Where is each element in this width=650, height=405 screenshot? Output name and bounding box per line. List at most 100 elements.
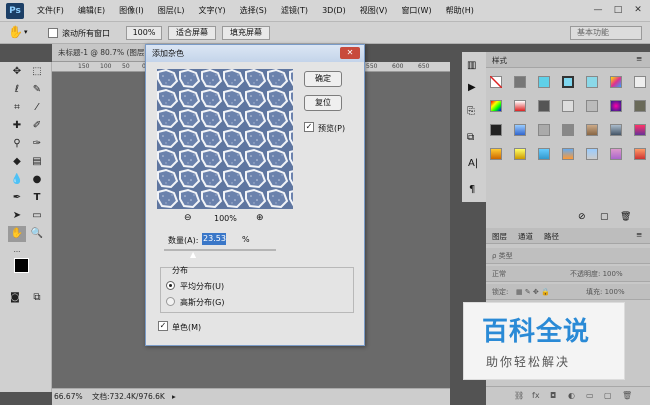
style-swatch[interactable] xyxy=(610,100,622,112)
add-mask-icon[interactable]: ◘ xyxy=(550,391,556,400)
clear-style-icon[interactable]: ⊘ xyxy=(578,212,586,222)
maximize-button[interactable]: □ xyxy=(610,3,626,17)
character-icon[interactable]: A| xyxy=(468,158,478,169)
chevron-down-icon[interactable]: ▾ xyxy=(24,28,28,36)
document-tab[interactable]: 未标题-1 @ 80.7% (图层 xyxy=(52,44,145,62)
menu-edit[interactable]: 编辑(E) xyxy=(71,0,112,22)
fx-icon[interactable]: fx xyxy=(532,391,540,400)
fill-screen-button[interactable]: 填充屏幕 xyxy=(222,26,270,40)
style-swatch[interactable] xyxy=(538,148,550,160)
path-select-tool-icon[interactable]: ➤ xyxy=(8,208,26,224)
menu-select[interactable]: 选择(S) xyxy=(233,0,274,22)
zoom-tool-icon[interactable]: 🔍 xyxy=(28,226,46,242)
hand-tool-icon[interactable]: ✋ xyxy=(8,226,26,242)
style-swatch[interactable] xyxy=(586,76,598,88)
menu-window[interactable]: 窗口(W) xyxy=(394,0,438,22)
zoom-out-icon[interactable]: ⊖ xyxy=(184,213,192,223)
style-swatch[interactable] xyxy=(514,100,526,112)
menu-type[interactable]: 文字(Y) xyxy=(191,0,232,22)
brush-tool-icon[interactable]: ✐ xyxy=(28,118,46,134)
delete-layer-icon[interactable]: 🗑 xyxy=(622,391,632,400)
tab-layers[interactable]: 图层 xyxy=(492,231,507,242)
histogram-icon[interactable]: ▥ xyxy=(467,60,476,71)
amount-slider-track[interactable] xyxy=(164,249,276,251)
menu-layer[interactable]: 图层(L) xyxy=(151,0,192,22)
styles-tab[interactable]: 样式 xyxy=(492,55,507,66)
style-swatch-none[interactable] xyxy=(490,76,502,88)
blur-tool-icon[interactable]: 💧 xyxy=(8,172,26,188)
tab-channels[interactable]: 通道 xyxy=(518,231,533,242)
style-swatch[interactable] xyxy=(538,124,550,136)
reset-button[interactable]: 复位 xyxy=(304,95,342,111)
layer-kind-filter[interactable]: ρ 类型 xyxy=(486,252,513,260)
marquee-tool-icon[interactable]: ⬚ xyxy=(28,64,46,80)
pen-tool-icon[interactable]: ✒ xyxy=(8,190,26,206)
zoom-in-icon[interactable]: ⊕ xyxy=(256,213,264,223)
style-swatch[interactable] xyxy=(490,148,502,160)
foreground-color-swatch[interactable] xyxy=(14,258,29,273)
style-swatch[interactable] xyxy=(514,124,526,136)
lock-icons[interactable]: ▦ ✎ ✥ 🔒 xyxy=(516,284,550,300)
actions-play-icon[interactable]: ▶ xyxy=(468,82,476,93)
adjustment-layer-icon[interactable]: ◐ xyxy=(568,391,575,400)
eraser-tool-icon[interactable]: ◆ xyxy=(8,154,26,170)
quick-mask-icon[interactable]: ◙ xyxy=(6,290,24,306)
style-swatch[interactable] xyxy=(634,148,646,160)
delete-style-icon[interactable]: 🗑 xyxy=(620,212,631,222)
uniform-radio[interactable] xyxy=(166,281,175,290)
panel-menu-icon[interactable]: ≡ xyxy=(636,54,642,63)
menu-file[interactable]: 文件(F) xyxy=(30,0,71,22)
style-swatch[interactable] xyxy=(562,100,574,112)
style-swatch[interactable] xyxy=(634,100,646,112)
style-swatch[interactable] xyxy=(586,100,598,112)
style-swatch[interactable] xyxy=(586,148,598,160)
menu-help[interactable]: 帮助(H) xyxy=(439,0,481,22)
history-brush-tool-icon[interactable]: ✑ xyxy=(28,136,46,152)
style-swatch[interactable] xyxy=(634,76,646,88)
amount-slider-handle[interactable]: ▲ xyxy=(190,250,196,259)
style-swatch[interactable] xyxy=(514,76,526,88)
tab-paths[interactable]: 路径 xyxy=(544,231,559,242)
opacity-field[interactable]: 不透明度: 100% xyxy=(570,266,623,282)
style-swatch[interactable] xyxy=(562,124,574,136)
style-swatch[interactable] xyxy=(610,148,622,160)
link-layers-icon[interactable]: ⛓ xyxy=(514,391,524,400)
quick-select-tool-icon[interactable]: ✎ xyxy=(28,82,46,98)
gaussian-radio[interactable] xyxy=(166,297,175,306)
menu-image[interactable]: 图像(I) xyxy=(112,0,151,22)
style-swatch[interactable] xyxy=(586,124,598,136)
ok-button[interactable]: 确定 xyxy=(304,71,342,87)
new-style-icon[interactable]: ▢ xyxy=(600,212,609,222)
style-swatch[interactable] xyxy=(562,76,574,88)
menu-filter[interactable]: 滤镜(T) xyxy=(274,0,315,22)
zoom-100-button[interactable]: 100% xyxy=(126,26,162,40)
layer-filter-row[interactable]: ρ 类型 xyxy=(486,248,650,264)
style-swatch[interactable] xyxy=(538,100,550,112)
new-group-icon[interactable]: ▭ xyxy=(586,391,594,400)
lasso-tool-icon[interactable]: ℓ xyxy=(8,82,26,98)
new-layer-icon[interactable]: ▢ xyxy=(604,391,612,400)
panel-menu-icon[interactable]: ≡ xyxy=(636,230,642,239)
dodge-tool-icon[interactable]: ● xyxy=(28,172,46,188)
style-swatch[interactable] xyxy=(490,100,502,112)
fill-field[interactable]: 填充: 100% xyxy=(586,284,625,300)
style-swatch[interactable] xyxy=(562,148,574,160)
minimize-button[interactable]: — xyxy=(590,3,606,17)
scroll-all-windows-checkbox[interactable] xyxy=(48,28,58,38)
type-tool-icon[interactable]: T xyxy=(28,190,46,206)
filter-preview[interactable] xyxy=(157,69,293,209)
chevron-right-icon[interactable]: ▸ xyxy=(172,389,176,405)
monochrome-checkbox[interactable]: ✓ xyxy=(158,321,168,331)
style-swatch[interactable] xyxy=(610,76,622,88)
zoom-status[interactable]: 66.67% xyxy=(54,389,83,405)
style-swatch[interactable] xyxy=(514,148,526,160)
screen-mode-icon[interactable]: ⧉ xyxy=(28,290,46,306)
style-swatch[interactable] xyxy=(490,124,502,136)
stamp-tool-icon[interactable]: ⚲ xyxy=(8,136,26,152)
gradient-tool-icon[interactable]: ▤ xyxy=(28,154,46,170)
paragraph-icon[interactable]: ¶ xyxy=(469,184,475,195)
fit-screen-button[interactable]: 适合屏幕 xyxy=(168,26,216,40)
close-button[interactable]: ✕ xyxy=(630,3,646,17)
history-icon[interactable]: ⎘ xyxy=(467,106,475,117)
clone-source-icon[interactable]: ⧉ xyxy=(467,132,474,143)
